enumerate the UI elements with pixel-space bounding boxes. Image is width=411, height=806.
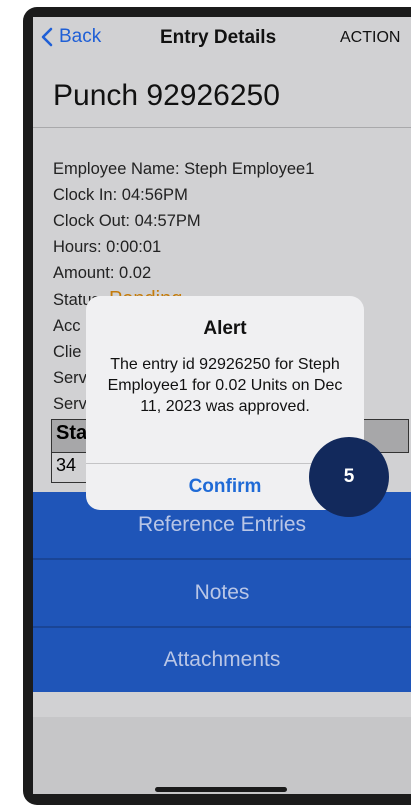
back-button[interactable]: Back (41, 26, 101, 48)
hours-field: Hours: 0:00:01 (53, 238, 162, 256)
app-screen: Back Entry Details ACTION Punch 92926250… (33, 17, 411, 794)
navigation-bar: Back Entry Details ACTION (33, 17, 411, 59)
clock-out-field: Clock Out: 04:57PM (53, 212, 201, 230)
divider (33, 127, 411, 128)
action-button[interactable]: ACTION (340, 29, 400, 47)
step-badge: 5 (309, 437, 389, 517)
back-label: Back (59, 26, 102, 47)
amount-field: Amount: 0.02 (53, 264, 152, 282)
chevron-left-icon (41, 27, 53, 47)
bottom-area (33, 717, 411, 794)
home-indicator[interactable] (155, 787, 287, 792)
attachments-button[interactable]: Attachments (33, 628, 411, 692)
clock-in-field: Clock In: 04:56PM (53, 186, 188, 204)
alert-title: Alert (203, 318, 247, 339)
alert-message: The entry id 92926250 for Steph Employee… (107, 356, 343, 415)
employee-name-field: Employee Name: Steph Employee1 (53, 160, 315, 178)
notes-button[interactable]: Notes (33, 560, 411, 626)
page-title: Entry Details (160, 27, 277, 48)
entry-title: Punch 92926250 (53, 79, 280, 112)
